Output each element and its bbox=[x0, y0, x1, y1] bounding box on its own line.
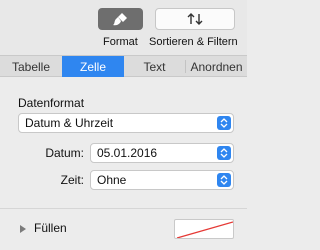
inspector-tabs: Tabelle Zelle Text Anordnen bbox=[0, 55, 247, 77]
chevron-updown-icon bbox=[217, 173, 231, 187]
tab-zelle[interactable]: Zelle bbox=[62, 56, 124, 77]
fill-label[interactable]: Füllen bbox=[34, 221, 67, 235]
section-divider bbox=[0, 208, 247, 209]
time-label: Zeit: bbox=[60, 173, 84, 187]
tab-tabelle[interactable]: Tabelle bbox=[0, 56, 62, 77]
paintbrush-icon bbox=[112, 13, 127, 26]
time-format-select[interactable]: Ohne bbox=[90, 170, 234, 190]
tab-anordnen[interactable]: Anordnen bbox=[186, 56, 247, 77]
tab-text[interactable]: Text bbox=[124, 56, 185, 77]
format-label: Format bbox=[103, 36, 138, 48]
chevron-updown-icon bbox=[217, 116, 231, 130]
inspector-toolbar: Format Sortieren & Filtern bbox=[0, 0, 247, 55]
time-format-value: Ohne bbox=[97, 173, 127, 187]
data-format-title: Datenformat bbox=[18, 96, 85, 110]
sort-filter-button[interactable] bbox=[155, 8, 235, 30]
sort-arrows-icon bbox=[187, 13, 203, 25]
date-format-value: 05.01.2016 bbox=[97, 146, 158, 160]
data-format-value: Datum & Uhrzeit bbox=[25, 116, 114, 130]
disclosure-triangle-icon[interactable] bbox=[20, 225, 26, 233]
chevron-updown-icon bbox=[217, 146, 231, 160]
date-label: Datum: bbox=[45, 146, 84, 160]
sort-filter-label: Sortieren & Filtern bbox=[149, 36, 238, 48]
date-format-select[interactable]: 05.01.2016 bbox=[90, 143, 234, 163]
data-format-select[interactable]: Datum & Uhrzeit bbox=[18, 113, 234, 133]
fill-color-swatch[interactable] bbox=[174, 219, 234, 239]
format-button[interactable] bbox=[98, 8, 143, 30]
no-fill-icon bbox=[176, 221, 233, 238]
